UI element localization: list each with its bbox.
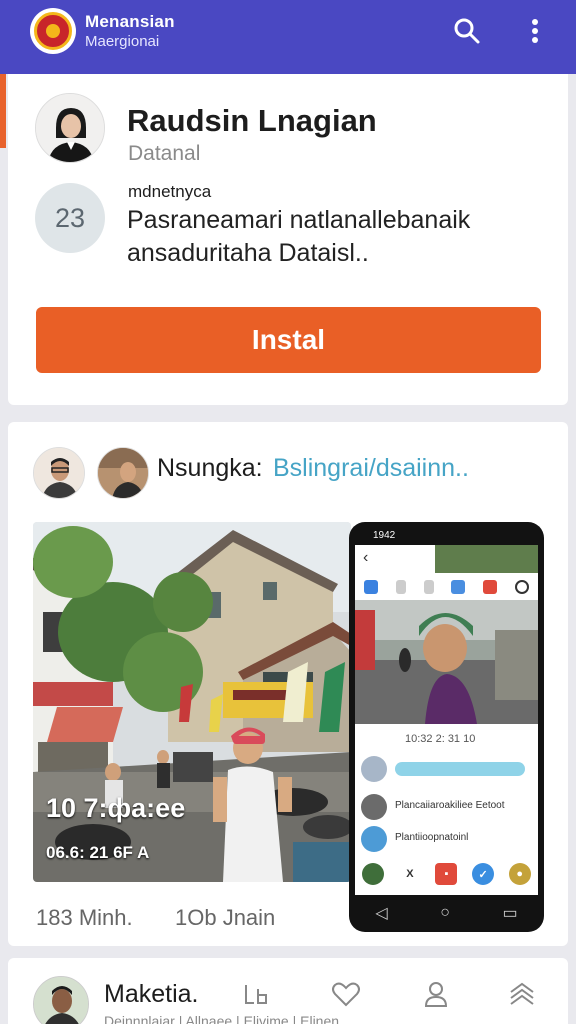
profile-description: Pasraneamari natlanallebanaik ansadurita… xyxy=(127,206,471,267)
more-vertical-icon[interactable] xyxy=(518,14,552,48)
app-bar: Menansian Maergionai xyxy=(0,0,576,74)
clock-icon[interactable] xyxy=(515,580,530,594)
bottom-name[interactable]: Maketia. xyxy=(104,980,198,1009)
shield-icon[interactable] xyxy=(483,580,498,594)
post-avatar-2[interactable] xyxy=(97,447,149,499)
photo-time-overlay: 10 7:фa:ee xyxy=(46,793,186,823)
phone-row[interactable]: Plancaiiaroakiliee Eetoot xyxy=(355,790,538,826)
layers-icon[interactable] xyxy=(502,976,542,1012)
post-avatar-1[interactable] xyxy=(33,447,85,499)
avatar xyxy=(361,826,387,852)
avatar xyxy=(361,756,387,782)
small-label: mdnetnyca xyxy=(128,182,212,201)
check-icon[interactable]: ✓ xyxy=(472,863,495,885)
app-logo xyxy=(30,8,76,54)
tab-icon[interactable] xyxy=(395,580,406,594)
back-icon[interactable]: ◁ xyxy=(375,903,387,923)
post-author[interactable]: Nsungka: xyxy=(157,454,263,483)
phone-status-time: 1942 xyxy=(373,530,396,541)
progress-bar xyxy=(395,762,525,776)
app-title: Menansian xyxy=(85,12,175,31)
phone-nav-bar: ◁ ○ ▭ xyxy=(349,897,544,929)
accent-stripe xyxy=(0,74,6,148)
count-badge: 23 xyxy=(35,183,105,253)
phone-row[interactable] xyxy=(355,752,538,788)
phone-tab-row xyxy=(355,574,538,600)
stat-join: 1Ob Jnain xyxy=(175,905,276,930)
phone-meta: 10:32 2: 31 10 xyxy=(405,733,476,745)
profile-name: Raudsin Lnagian xyxy=(127,103,377,138)
profile-subtitle: Datanal xyxy=(128,142,201,165)
user-icon[interactable] xyxy=(416,976,456,1012)
record-icon[interactable]: ● xyxy=(508,863,531,885)
back-arrow-icon[interactable]: ‹ xyxy=(363,549,368,567)
photo-date-overlay: 06.6: 21 6F A xyxy=(46,843,150,862)
profile-avatar[interactable] xyxy=(35,93,105,163)
chart-icon[interactable] xyxy=(236,976,276,1012)
stat-time: 183 Minh. xyxy=(36,905,133,930)
post-link[interactable]: Bslingrai/dsaiinn.. xyxy=(273,454,469,483)
app-subtitle: Maergionai xyxy=(85,33,160,50)
street-photo[interactable] xyxy=(33,522,351,882)
phone-top-bar: ‹ xyxy=(355,545,538,573)
stop-icon[interactable]: ▪ xyxy=(435,863,458,885)
tab-icon[interactable] xyxy=(451,580,466,594)
phone-row[interactable]: Plantiioopnatoinl xyxy=(355,822,538,858)
recents-icon[interactable]: ▭ xyxy=(503,903,518,923)
bottom-avatar[interactable] xyxy=(33,976,89,1024)
home-icon[interactable] xyxy=(363,580,378,594)
phone-row-text: Plantiioopnatoinl xyxy=(395,832,469,843)
avatar xyxy=(361,794,387,820)
install-button[interactable]: Instal xyxy=(36,307,541,373)
search-icon[interactable] xyxy=(450,14,484,48)
phone-actions: X ▪ ✓ ● xyxy=(355,857,538,891)
phone-row-text: Plancaiiaroakiliee Eetoot xyxy=(395,800,505,811)
tab-icon[interactable] xyxy=(423,580,434,594)
home-circle-icon[interactable]: ○ xyxy=(440,904,450,922)
phone-photo[interactable] xyxy=(355,600,538,724)
avatar[interactable] xyxy=(362,863,385,885)
close-icon[interactable]: X xyxy=(399,863,421,885)
heart-icon[interactable] xyxy=(326,976,366,1012)
bottom-meta: Deinnnlaiar | Allnaee | Elivime | Elinen xyxy=(104,1013,340,1024)
